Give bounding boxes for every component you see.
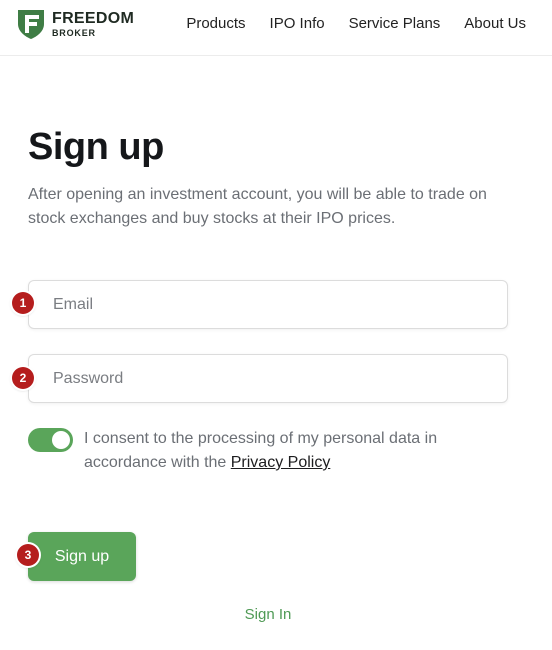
step-badge-3: 3: [17, 544, 39, 566]
nav-ipo-info[interactable]: IPO Info: [270, 15, 325, 32]
top-header: FREEDOM BROKER Products IPO Info Service…: [0, 0, 552, 56]
page-subtitle: After opening an investment account, you…: [28, 186, 487, 227]
consent-toggle[interactable]: [28, 428, 73, 452]
main-nav: Products IPO Info Service Plans About Us: [186, 15, 526, 32]
nav-service-plans[interactable]: Service Plans: [349, 15, 441, 32]
privacy-policy-link[interactable]: Privacy Policy: [231, 454, 331, 471]
email-field-wrapper: [28, 280, 508, 329]
freedom-shield-logo-icon: [18, 10, 44, 39]
step-badge-2: 2: [12, 367, 34, 389]
page-title: Sign up: [28, 126, 164, 168]
nav-about-us[interactable]: About Us: [464, 15, 526, 32]
step-badge-1: 1: [12, 292, 34, 314]
brand-subname: BROKER: [52, 27, 96, 38]
brand-logo[interactable]: FREEDOM BROKER: [16, 8, 134, 40]
consent-text: I consent to the processing of my person…: [84, 427, 504, 475]
sign-in-link[interactable]: Sign In: [0, 606, 536, 623]
email-field[interactable]: [29, 281, 507, 328]
toggle-knob: [52, 431, 70, 449]
brand-name: FREEDOM: [52, 9, 135, 27]
password-field-wrapper: [28, 354, 508, 403]
nav-products[interactable]: Products: [186, 15, 245, 32]
password-field[interactable]: [29, 355, 507, 402]
sign-up-button[interactable]: Sign up: [28, 532, 136, 581]
